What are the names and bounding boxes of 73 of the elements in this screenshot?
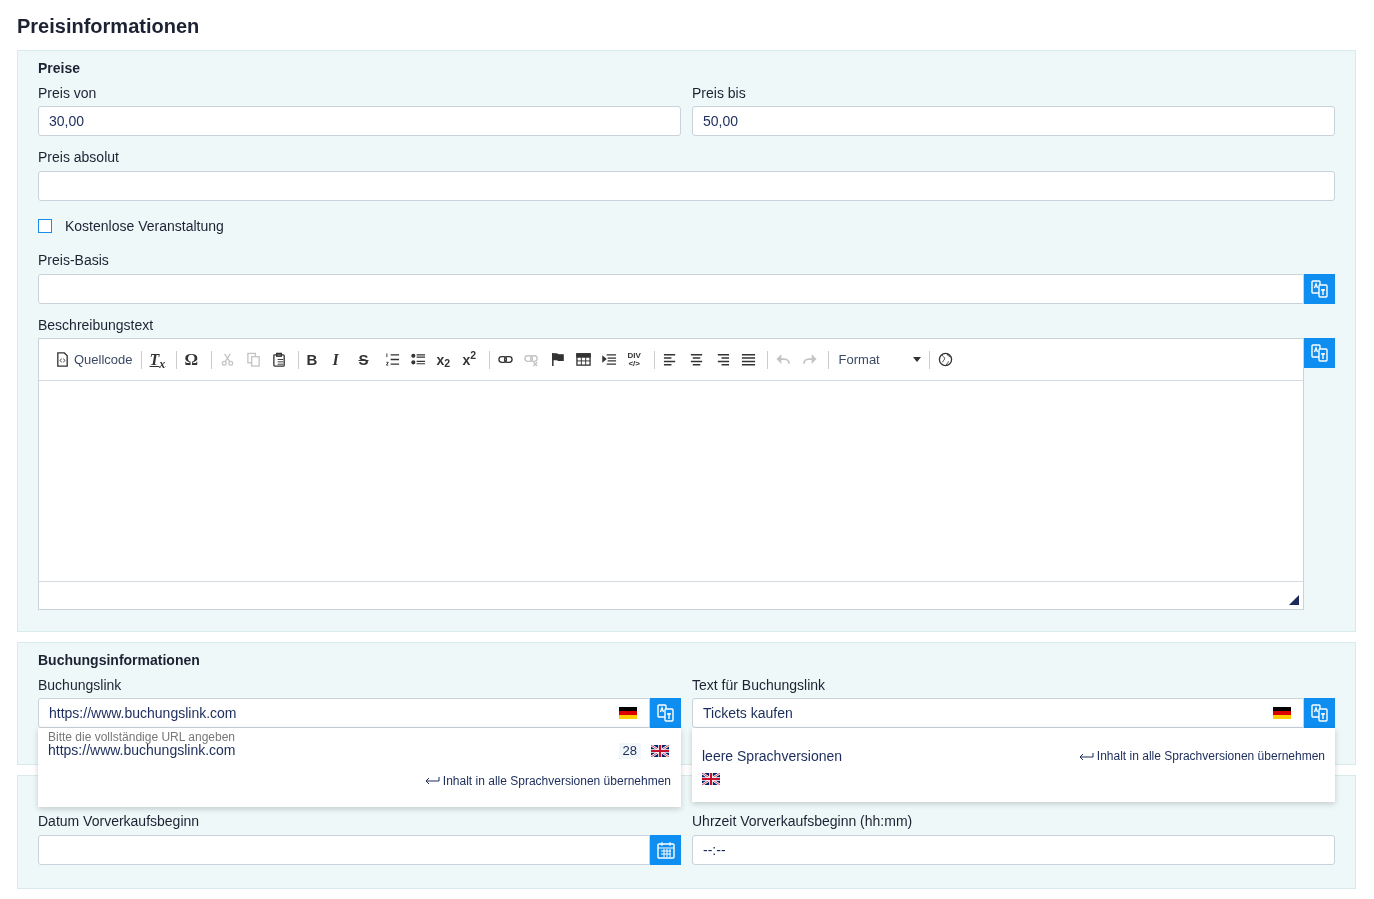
input-field[interactable]: 50,00 xyxy=(692,106,1335,136)
bold-button[interactable]: B xyxy=(302,346,329,373)
copy-to-all-link[interactable]: Inhalt in alle Sprachversionen übernehmen xyxy=(1077,749,1325,765)
page-title: Preisinformationen xyxy=(17,14,201,38)
remove-format-button[interactable]: T$_{x}$ xyxy=(145,346,172,373)
translate-icon xyxy=(1309,703,1330,723)
translate-icon xyxy=(655,703,676,723)
redo-icon xyxy=(801,352,817,367)
input-field[interactable]: 30,00 xyxy=(38,106,681,136)
return-arrow-icon xyxy=(423,776,440,786)
input-field[interactable]: Tickets kaufen xyxy=(692,698,1304,728)
copy-to-all-link[interactable]: Inhalt in alle Sprachversionen übernehmen xyxy=(423,773,671,789)
translate-button[interactable] xyxy=(650,698,681,728)
strikethrough-button[interactable]: S xyxy=(354,346,381,373)
paste-icon xyxy=(271,352,287,367)
numbered-list-icon xyxy=(384,352,400,367)
resize-handle-icon xyxy=(1289,595,1299,605)
field-label: Beschreibungstext xyxy=(38,316,154,334)
field-label: Preis bis xyxy=(692,84,746,102)
hint-text: Bitte die vollständige URL angeben xyxy=(48,730,236,745)
subscript-button[interactable]: x$_{2}$ xyxy=(432,346,459,373)
align-center-icon xyxy=(688,352,704,367)
align-left-icon xyxy=(662,352,678,367)
superscript-button[interactable]: x$^{2}$ xyxy=(458,346,485,373)
input-field[interactable] xyxy=(38,834,650,865)
section-heading: Buchungsinformationen xyxy=(38,652,200,670)
caret-icon xyxy=(912,356,921,363)
section-heading: Preise xyxy=(38,60,81,78)
uk-flag-icon xyxy=(651,744,669,757)
table-icon xyxy=(575,352,591,367)
italic-button[interactable]: I xyxy=(328,346,355,373)
field-label: Buchungslink xyxy=(38,676,122,694)
uk-flag-icon xyxy=(702,772,720,785)
justify-icon xyxy=(740,352,756,367)
undo-icon xyxy=(775,352,791,367)
flag-icon xyxy=(549,352,565,367)
rich-text-editor[interactable]: Quellcode T$_{x}$ Ω B I S x$_{2}$ x$^{2}$ DIV </> Format xyxy=(38,338,1304,610)
field-label: Datum Vorverkaufsbeginn xyxy=(38,813,200,831)
special-character-button[interactable]: Ω xyxy=(180,346,207,373)
translate-button[interactable] xyxy=(1304,273,1335,304)
checkbox-label: Kostenlose Veranstaltung xyxy=(65,217,224,235)
input-field[interactable] xyxy=(38,273,1304,304)
input-field[interactable] xyxy=(38,170,1335,201)
input-field[interactable]: --:-- xyxy=(692,834,1335,865)
div-container-button[interactable]: DIV </> xyxy=(623,346,650,373)
return-arrow-icon xyxy=(1077,751,1094,762)
translate-button[interactable] xyxy=(1304,338,1335,368)
german-flag-icon xyxy=(1273,707,1291,719)
field-label: Preis von xyxy=(38,84,97,102)
indent-icon xyxy=(601,352,617,367)
bullet-list-icon xyxy=(410,352,426,367)
field-label: Text für Buchungslink xyxy=(692,676,826,694)
input-field[interactable]: https://www.buchungslink.com xyxy=(38,698,650,728)
translation-text: https://www.buchungslink.com xyxy=(48,742,236,760)
calendar-button[interactable] xyxy=(650,834,681,865)
format-dropdown[interactable]: Format xyxy=(832,346,925,373)
field-label: Preis absolut xyxy=(38,149,119,167)
translate-icon xyxy=(1309,343,1330,363)
translate-icon xyxy=(1309,278,1330,299)
scissors-icon xyxy=(219,352,235,367)
checkbox[interactable] xyxy=(38,219,52,234)
count-badge: 28 xyxy=(618,742,641,759)
calendar-icon xyxy=(655,839,676,860)
source-icon xyxy=(55,352,70,367)
source-button[interactable]: Quellcode xyxy=(51,346,137,373)
translate-button[interactable] xyxy=(1304,698,1335,728)
field-label: Uhrzeit Vorverkaufsbeginn (hh:mm) xyxy=(692,813,913,831)
field-label: Preis-Basis xyxy=(38,252,109,270)
empty-versions-text: leere Sprachversionen xyxy=(702,748,843,766)
german-flag-icon xyxy=(619,707,637,719)
globe-icon xyxy=(937,352,953,367)
copy-icon xyxy=(245,352,261,367)
unlink-icon xyxy=(523,352,539,367)
